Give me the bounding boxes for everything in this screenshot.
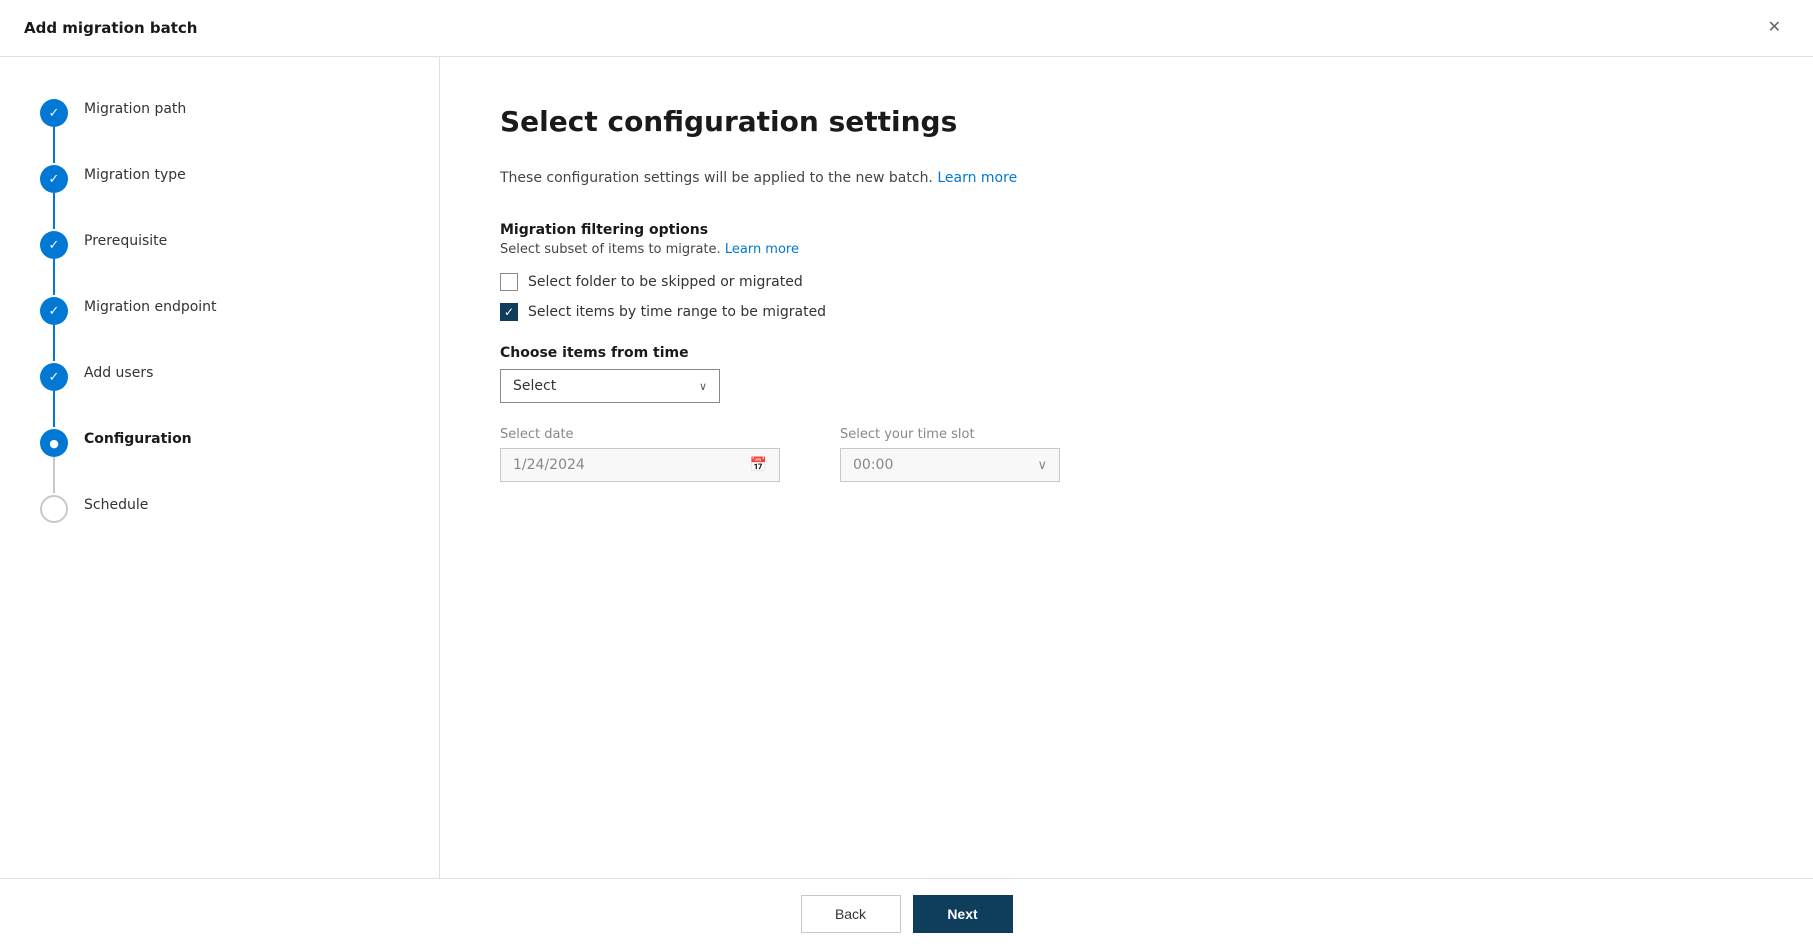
dialog-footer: Back Next (0, 878, 1813, 949)
step-icon-configuration: ● (40, 429, 68, 457)
checkbox-time-range-label: Select items by time range to be migrate… (528, 304, 826, 320)
checkbox-time-range-row[interactable]: ✓ Select items by time range to be migra… (500, 303, 1753, 321)
description-text: These configuration settings will be app… (500, 170, 1753, 186)
connector-4 (53, 325, 55, 361)
checkbox-folder[interactable] (500, 273, 518, 291)
learn-more-link-2[interactable]: Learn more (725, 242, 799, 257)
time-input[interactable]: 00:00 ∨ (840, 448, 1060, 482)
next-button[interactable]: Next (913, 895, 1013, 933)
time-value: 00:00 (853, 457, 893, 473)
step-schedule: Schedule (40, 493, 399, 523)
step-add-users: ✓ Add users (40, 361, 399, 427)
main-content: Select configuration settings These conf… (440, 57, 1813, 878)
date-value: 1/24/2024 (513, 457, 585, 473)
checkbox-folder-label: Select folder to be skipped or migrated (528, 274, 803, 290)
filtering-subtitle-text: Select subset of items to migrate. (500, 242, 721, 257)
step-label-add-users: Add users (84, 361, 153, 381)
step-label-migration-path: Migration path (84, 97, 186, 117)
time-field-group: Select your time slot 00:00 ∨ (840, 427, 1060, 482)
chevron-down-icon: ∨ (699, 380, 707, 393)
connector-3 (53, 259, 55, 295)
connector-1 (53, 127, 55, 163)
calendar-icon: 📅 (750, 457, 767, 473)
select-time-dropdown[interactable]: Select ∨ (500, 369, 720, 403)
step-label-configuration: Configuration (84, 427, 192, 447)
filtering-section-subtitle: Select subset of items to migrate. Learn… (500, 242, 1753, 257)
step-migration-type: ✓ Migration type (40, 163, 399, 229)
description-body: These configuration settings will be app… (500, 170, 933, 186)
page-heading: Select configuration settings (500, 105, 1753, 138)
checkbox-time-range[interactable]: ✓ (500, 303, 518, 321)
step-migration-path: ✓ Migration path (40, 97, 399, 163)
filtering-section-title: Migration filtering options (500, 222, 1753, 238)
step-label-migration-endpoint: Migration endpoint (84, 295, 217, 315)
checkbox-folder-row[interactable]: Select folder to be skipped or migrated (500, 273, 1753, 291)
back-button[interactable]: Back (801, 895, 901, 933)
step-label-migration-type: Migration type (84, 163, 186, 183)
step-prerequisite: ✓ Prerequisite (40, 229, 399, 295)
step-icon-add-users: ✓ (40, 363, 68, 391)
dialog-header: Add migration batch ✕ (0, 0, 1813, 57)
step-icon-schedule (40, 495, 68, 523)
sidebar: ✓ Migration path ✓ Migration type ✓ Prer… (0, 57, 440, 878)
dialog-title: Add migration batch (24, 19, 197, 37)
chevron-time-icon: ∨ (1037, 458, 1047, 473)
date-field-group: Select date 1/24/2024 📅 (500, 427, 780, 482)
choose-items-label: Choose items from time (500, 345, 1753, 361)
learn-more-link-1[interactable]: Learn more (937, 170, 1017, 186)
date-input[interactable]: 1/24/2024 📅 (500, 448, 780, 482)
connector-2 (53, 193, 55, 229)
step-label-schedule: Schedule (84, 493, 148, 513)
step-icon-prerequisite: ✓ (40, 231, 68, 259)
step-icon-migration-endpoint: ✓ (40, 297, 68, 325)
step-icon-migration-type: ✓ (40, 165, 68, 193)
dialog-body: ✓ Migration path ✓ Migration type ✓ Prer… (0, 57, 1813, 878)
time-field-label: Select your time slot (840, 427, 1060, 442)
connector-5 (53, 391, 55, 427)
step-icon-migration-path: ✓ (40, 99, 68, 127)
step-migration-endpoint: ✓ Migration endpoint (40, 295, 399, 361)
connector-6 (53, 457, 55, 493)
date-time-row: Select date 1/24/2024 📅 Select your time… (500, 427, 1753, 482)
close-button[interactable]: ✕ (1760, 16, 1789, 40)
select-placeholder: Select (513, 378, 556, 394)
step-configuration: ● Configuration (40, 427, 399, 493)
step-label-prerequisite: Prerequisite (84, 229, 167, 249)
date-field-label: Select date (500, 427, 780, 442)
